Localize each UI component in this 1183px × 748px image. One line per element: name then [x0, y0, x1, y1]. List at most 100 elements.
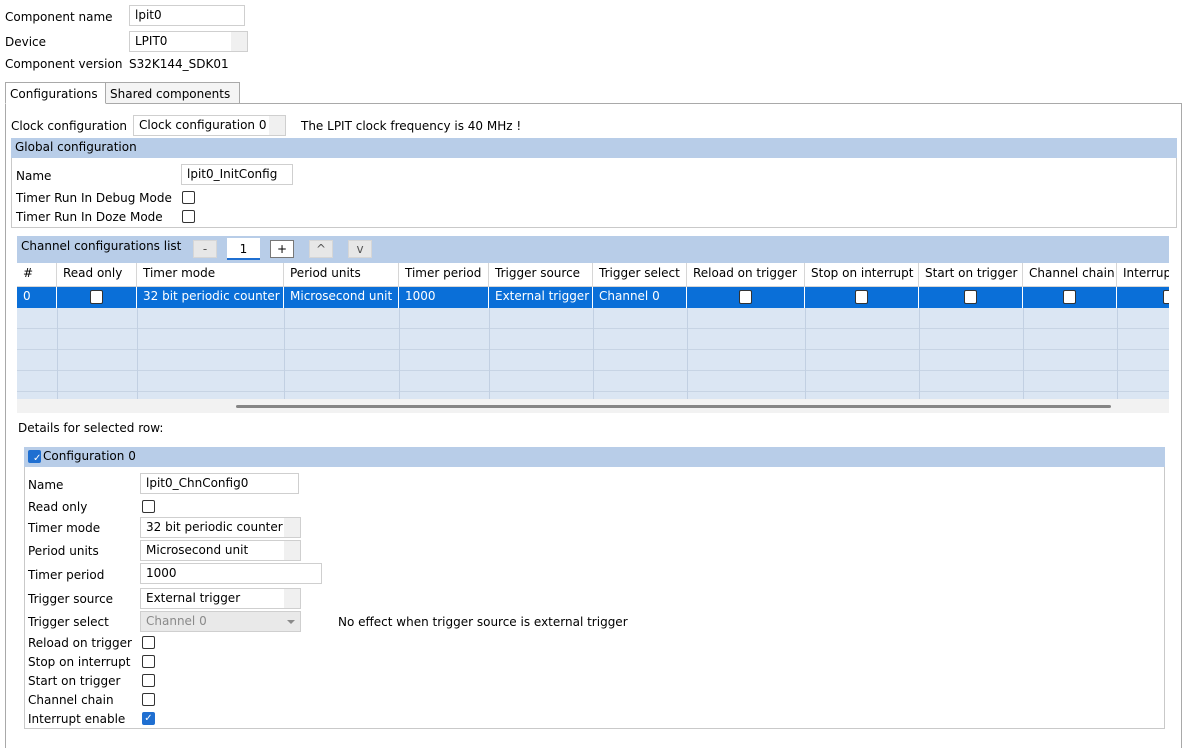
cell-reload-on-trigger[interactable]: [687, 287, 805, 308]
configuration-enable-checkbox[interactable]: ✓: [28, 450, 42, 464]
column-header-timer-period[interactable]: Timer period: [399, 263, 489, 287]
clock-config-select[interactable]: Clock configuration 0: [133, 115, 286, 136]
remove-channel-button[interactable]: -: [193, 240, 217, 258]
detail-read-only-checkbox[interactable]: [142, 500, 155, 513]
detail-reload-label: Reload on trigger: [28, 636, 132, 650]
detail-trigger-select-value: Channel 0: [146, 614, 207, 628]
detail-trigger-source-label: Trigger source: [28, 592, 114, 606]
column-divider: [489, 308, 490, 399]
channel-count-field[interactable]: 1: [227, 238, 260, 260]
detail-stop-checkbox[interactable]: [142, 655, 155, 668]
move-up-button[interactable]: ^: [309, 240, 333, 258]
read-only-checkbox[interactable]: [90, 290, 103, 304]
column-header-start-on-trigger[interactable]: Start on trigger: [919, 263, 1023, 287]
detail-period-units-select[interactable]: Microsecond unit: [140, 540, 301, 561]
doze-mode-checkbox[interactable]: [182, 210, 195, 223]
period-units-dropdown-button[interactable]: [284, 541, 300, 560]
column-header-channel-chain[interactable]: Channel chain: [1023, 263, 1117, 287]
channel-chain-checkbox[interactable]: [1063, 290, 1076, 304]
cell-read-only[interactable]: [57, 287, 137, 308]
tab-bar: Configurations Shared components: [5, 82, 1182, 104]
cell-timer-mode[interactable]: 32 bit periodic counter: [137, 287, 284, 308]
table-horizontal-scrollbar[interactable]: [17, 399, 1169, 413]
detail-interrupt-checkbox[interactable]: ✓: [142, 712, 155, 725]
details-caption: Details for selected row:: [18, 421, 164, 435]
detail-chain-checkbox[interactable]: [142, 693, 155, 706]
global-name-field[interactable]: lpit0_InitConfig: [181, 164, 293, 185]
cell-period-units[interactable]: Microsecond unit: [284, 287, 399, 308]
device-label: Device: [5, 35, 47, 49]
detail-period-units-label: Period units: [28, 544, 99, 558]
detail-trigger-select-select[interactable]: Channel 0: [140, 611, 301, 632]
column-divider: [805, 308, 806, 399]
column-header-trigger-source[interactable]: Trigger source: [489, 263, 593, 287]
device-value: LPIT0: [135, 34, 168, 48]
channel-list-title: Channel configurations list: [21, 239, 182, 253]
global-name-label: Name: [16, 169, 52, 183]
detail-timer-mode-value: 32 bit periodic counter: [146, 520, 283, 534]
column-header-interrupt[interactable]: Interrup: [1117, 263, 1169, 287]
detail-timer-period-field[interactable]: 1000: [140, 563, 322, 584]
details-section-title: Configuration 0: [43, 449, 136, 463]
component-version-label: Component version: [5, 57, 123, 71]
cell-stop-on-interrupt[interactable]: [805, 287, 919, 308]
cell-trigger-source[interactable]: External trigger: [489, 287, 593, 308]
column-header-read-only[interactable]: Read only: [57, 263, 137, 287]
detail-start-checkbox[interactable]: [142, 674, 155, 687]
check-icon: ✓: [144, 713, 153, 724]
channel-table: # Read only Timer mode Period units Time…: [17, 263, 1169, 399]
cell-interrupt[interactable]: [1117, 287, 1169, 308]
column-header-reload-on-trigger[interactable]: Reload on trigger: [687, 263, 805, 287]
column-divider: [284, 308, 285, 399]
column-divider: [399, 308, 400, 399]
column-header-period-units[interactable]: Period units: [284, 263, 399, 287]
chevron-down-icon[interactable]: [282, 612, 300, 631]
cell-trigger-select[interactable]: Channel 0: [593, 287, 687, 308]
debug-mode-checkbox[interactable]: [182, 191, 195, 204]
clock-config-value: Clock configuration 0: [139, 118, 267, 132]
component-version-value: S32K144_SDK01: [129, 57, 229, 71]
detail-trigger-source-value: External trigger: [146, 591, 241, 605]
table-row[interactable]: 0 32 bit periodic counter Microsecond un…: [17, 287, 1169, 308]
column-header-trigger-select[interactable]: Trigger select: [593, 263, 687, 287]
timer-mode-dropdown-button[interactable]: [284, 518, 300, 537]
tab-shared-components[interactable]: Shared components: [106, 82, 240, 104]
clock-config-dropdown-button[interactable]: [269, 116, 285, 135]
trigger-source-dropdown-button[interactable]: [284, 589, 300, 608]
debug-mode-label: Timer Run In Debug Mode: [16, 191, 172, 205]
detail-name-field[interactable]: lpit0_ChnConfig0: [140, 473, 299, 494]
column-divider: [593, 308, 594, 399]
scrollbar-thumb[interactable]: [236, 405, 1111, 408]
cell-timer-period[interactable]: 1000: [399, 287, 489, 308]
detail-reload-checkbox[interactable]: [142, 636, 155, 649]
column-divider: [137, 308, 138, 399]
detail-interrupt-label: Interrupt enable: [28, 712, 126, 726]
check-icon: ✓: [33, 453, 42, 464]
start-on-trigger-checkbox[interactable]: [964, 290, 977, 304]
detail-timer-mode-select[interactable]: 32 bit periodic counter: [140, 517, 301, 538]
tab-configurations[interactable]: Configurations: [5, 82, 106, 104]
trigger-select-note: No effect when trigger source is externa…: [338, 615, 628, 629]
cell-channel-chain[interactable]: [1023, 287, 1117, 308]
cell-start-on-trigger[interactable]: [919, 287, 1023, 308]
device-dropdown-button[interactable]: [231, 32, 247, 51]
clock-config-label: Clock configuration: [11, 119, 128, 133]
column-header-index[interactable]: #: [17, 263, 57, 287]
device-select[interactable]: LPIT0: [129, 31, 248, 52]
column-header-stop-on-interrupt[interactable]: Stop on interrupt: [805, 263, 919, 287]
add-channel-button[interactable]: +: [270, 240, 294, 258]
interrupt-checkbox[interactable]: [1163, 290, 1169, 304]
component-name-field[interactable]: lpit0: [129, 5, 245, 26]
reload-on-trigger-checkbox[interactable]: [739, 290, 752, 304]
column-divider: [1117, 308, 1118, 399]
column-divider: [919, 308, 920, 399]
detail-name-label: Name: [28, 478, 64, 492]
detail-period-units-value: Microsecond unit: [146, 543, 249, 557]
column-header-timer-mode[interactable]: Timer mode: [137, 263, 284, 287]
move-down-button[interactable]: v: [348, 240, 372, 258]
detail-trigger-source-select[interactable]: External trigger: [140, 588, 301, 609]
detail-start-label: Start on trigger: [28, 674, 121, 688]
column-divider: [687, 308, 688, 399]
stop-on-interrupt-checkbox[interactable]: [855, 290, 868, 304]
global-config-header: Global configuration: [11, 138, 1177, 158]
